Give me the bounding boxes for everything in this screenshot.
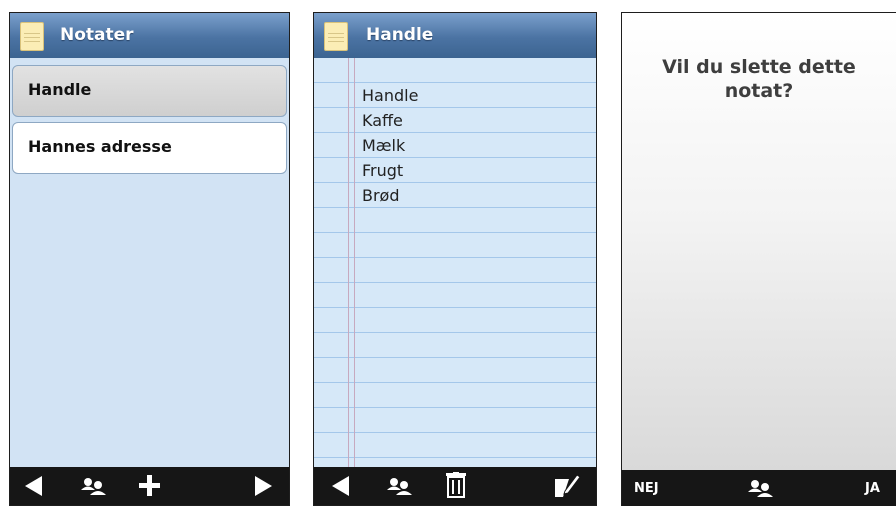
title-bar: Handle	[314, 13, 596, 58]
screen-title: Notater	[60, 25, 134, 45]
note-list	[10, 58, 289, 467]
notepad-icon	[324, 22, 348, 51]
notes-list-screen: Notater Handle Hannes adresse	[9, 12, 290, 506]
note-line: Brød	[362, 186, 400, 205]
confirm-dialog: Vil du slette dette notat?	[622, 13, 896, 470]
note-view-screen: Handle Handle Kaffe Mælk Frugt Brød	[313, 12, 597, 506]
confirm-question: Vil du slette dette notat?	[622, 55, 896, 103]
note-title: Handle	[366, 25, 434, 45]
yes-button[interactable]: JA	[865, 481, 880, 496]
notepad-icon	[20, 22, 44, 51]
note-body[interactable]: Handle Kaffe Mælk Frugt Brød	[362, 83, 418, 208]
title-bar: Notater	[10, 13, 289, 58]
contacts-icon[interactable]	[747, 478, 775, 498]
question-line: notat?	[724, 80, 794, 102]
note-line: Frugt	[362, 161, 404, 180]
trash-icon[interactable]	[446, 472, 466, 498]
bottom-toolbar	[314, 467, 596, 505]
back-icon[interactable]	[332, 476, 350, 496]
note-paper[interactable]	[314, 58, 596, 467]
edit-icon[interactable]	[555, 473, 581, 497]
contacts-icon[interactable]	[80, 476, 108, 496]
contacts-icon[interactable]	[386, 476, 414, 496]
question-line: Vil du slette dette	[662, 56, 856, 78]
delete-confirm-screen: Vil du slette dette notat? NEJ JA	[621, 12, 896, 506]
forward-icon[interactable]	[255, 476, 273, 496]
note-line: Handle	[362, 86, 419, 105]
bottom-toolbar: NEJ JA	[622, 470, 896, 506]
paper-margin	[348, 58, 355, 467]
list-item[interactable]: Handle	[12, 65, 287, 117]
note-line: Kaffe	[362, 111, 403, 130]
list-item[interactable]: Hannes adresse	[12, 122, 287, 174]
back-icon[interactable]	[25, 476, 43, 496]
no-button[interactable]: NEJ	[634, 481, 659, 496]
note-line: Mælk	[362, 136, 406, 155]
add-icon[interactable]	[139, 475, 160, 496]
bottom-toolbar	[10, 467, 289, 505]
